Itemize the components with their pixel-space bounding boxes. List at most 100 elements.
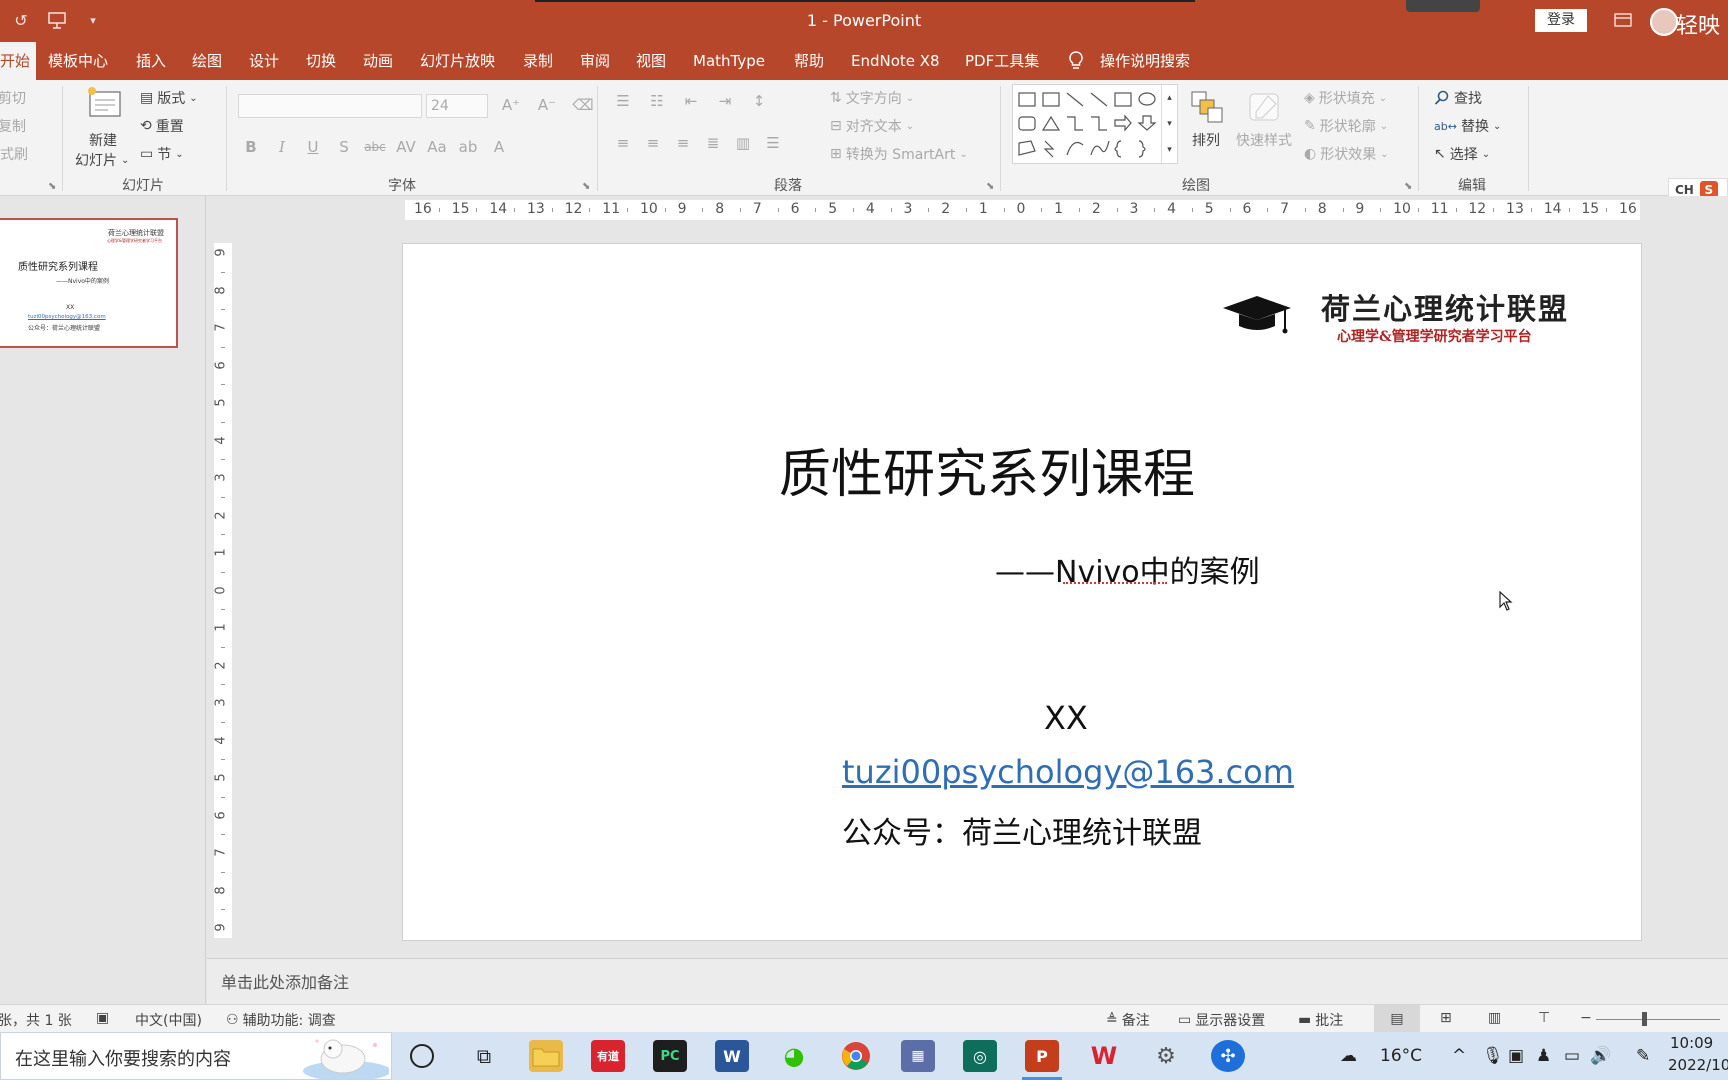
task-view-icon[interactable]: ⧉: [467, 1040, 501, 1072]
language-indicator[interactable]: 中文(中国): [135, 1010, 202, 1030]
paragraph-launcher-icon[interactable]: ⬊: [986, 181, 994, 192]
grow-font-icon[interactable]: A⁺: [498, 94, 524, 116]
layout-button[interactable]: ▤ 版式 ⌄: [140, 88, 198, 108]
tab-record[interactable]: 录制: [523, 42, 553, 80]
volume-icon[interactable]: 🔊: [1590, 1046, 1611, 1066]
highlight-icon[interactable]: ab: [455, 136, 481, 158]
cortana-icon[interactable]: [410, 1044, 434, 1068]
increase-indent-icon[interactable]: ⇥: [712, 90, 738, 112]
strikethrough-icon[interactable]: abc: [362, 136, 388, 158]
tab-mathtype[interactable]: MathType: [693, 42, 765, 80]
word-icon[interactable]: W: [715, 1040, 749, 1072]
bold-icon[interactable]: B: [238, 136, 264, 158]
pycharm-icon[interactable]: PC: [653, 1040, 687, 1072]
justify-icon[interactable]: ≣: [700, 132, 726, 154]
ribbon-display-icon[interactable]: [1612, 9, 1634, 31]
italic-icon[interactable]: I: [269, 136, 295, 158]
numbering-icon[interactable]: ☷: [644, 90, 670, 112]
avatar[interactable]: [1650, 8, 1678, 36]
quick-styles-icon[interactable]: [1248, 90, 1282, 124]
display-settings-button[interactable]: ▭ 显示器设置: [1178, 1010, 1265, 1030]
columns-icon[interactable]: ▥: [730, 132, 756, 154]
chrome-icon[interactable]: [839, 1040, 873, 1072]
find-button[interactable]: 查找: [1434, 88, 1482, 108]
reading-view-icon[interactable]: ▥: [1488, 1010, 1501, 1026]
tab-review[interactable]: 审阅: [580, 42, 610, 80]
email-link[interactable]: tuzi00psychology@163.com: [842, 753, 1294, 791]
tab-home[interactable]: 开始: [0, 42, 37, 80]
wps-icon[interactable]: W: [1087, 1040, 1121, 1072]
tray-expand-icon[interactable]: ^: [1452, 1046, 1466, 1066]
qq-icon[interactable]: ♟: [1536, 1046, 1551, 1066]
zoom-out-icon[interactable]: −: [1580, 1010, 1592, 1026]
shapes-gallery[interactable]: ▴ ▾ ▾: [1012, 84, 1178, 164]
normal-view-icon[interactable]: ▤: [1374, 1005, 1420, 1033]
battery-icon[interactable]: ▭: [1564, 1046, 1580, 1066]
tab-animations[interactable]: 动画: [363, 42, 393, 80]
tell-me-search[interactable]: 操作说明搜索: [1100, 42, 1190, 80]
slide-subtitle[interactable]: ——Nvivo中的案例: [995, 547, 1260, 591]
shape-outline-button[interactable]: ✎ 形状轮廓 ⌄: [1304, 116, 1388, 136]
line-spacing-icon[interactable]: ↕: [746, 90, 772, 112]
shadow-icon[interactable]: S: [331, 136, 357, 158]
new-slide-icon[interactable]: [86, 86, 124, 118]
gallery-scroll[interactable]: ▴ ▾ ▾: [1161, 85, 1177, 163]
tray-app-icon[interactable]: ▣: [1508, 1046, 1524, 1066]
clear-format-icon[interactable]: ⌫: [570, 94, 596, 116]
author-name[interactable]: XX: [1044, 699, 1088, 737]
spelling-icon[interactable]: ▣: [96, 1010, 109, 1026]
align-vertical-icon[interactable]: ☰: [760, 132, 786, 154]
settings-gear-icon[interactable]: ⚙: [1149, 1040, 1183, 1072]
align-left-icon[interactable]: ≡: [610, 132, 636, 154]
new-slide-label-1[interactable]: 新建: [89, 130, 117, 150]
slideshow-view-icon[interactable]: ⊤: [1538, 1010, 1550, 1026]
pen-icon[interactable]: ✎: [1636, 1046, 1650, 1066]
slide-thumbnail[interactable]: 荷兰心理统计联盟 心理学&管理学研究者学习平台 质性研究系列课程 ——Nvivo…: [0, 218, 178, 348]
clipboard-launcher-icon[interactable]: ⬊: [48, 181, 56, 192]
zoom-slider-thumb[interactable]: [1642, 1012, 1647, 1026]
align-center-icon[interactable]: ≡: [640, 132, 666, 154]
quick-styles-button[interactable]: 快速样式: [1236, 130, 1292, 150]
weather-icon[interactable]: ☁: [1340, 1046, 1357, 1066]
tab-slideshow[interactable]: 幻灯片放映: [420, 42, 495, 80]
network-app-icon[interactable]: ✣: [1211, 1040, 1245, 1072]
taskbar-search[interactable]: 在这里输入你要搜索的内容: [0, 1032, 392, 1080]
calendar-app-icon[interactable]: ▦: [901, 1040, 935, 1072]
notes-button[interactable]: ≜ 备注: [1106, 1010, 1150, 1030]
account-text[interactable]: 公众号：荷兰心理统计联盟: [842, 808, 1202, 852]
char-spacing-icon[interactable]: AV: [393, 136, 419, 158]
wechat-icon[interactable]: ◕: [777, 1040, 811, 1072]
shape-effects-button[interactable]: ◐ 形状效果 ⌄: [1304, 144, 1389, 164]
accessibility-button[interactable]: ⚇ 辅助功能: 调查: [226, 1010, 336, 1030]
drawing-launcher-icon[interactable]: ⬊: [1404, 181, 1412, 192]
file-explorer-icon[interactable]: [529, 1040, 563, 1072]
tab-view[interactable]: 视图: [636, 42, 666, 80]
font-name-combo[interactable]: [238, 94, 422, 118]
tab-pdf-tools[interactable]: PDF工具集: [965, 42, 1039, 80]
tab-templates[interactable]: 模板中心: [48, 42, 108, 80]
zoom-slider[interactable]: [1596, 1019, 1720, 1020]
login-button[interactable]: 登录: [1535, 9, 1587, 32]
section-button[interactable]: ▭ 节 ⌄: [140, 144, 184, 164]
underline-icon[interactable]: U: [300, 136, 326, 158]
tab-draw[interactable]: 绘图: [192, 42, 222, 80]
new-slide-button[interactable]: 幻灯片 ⌄: [75, 150, 129, 170]
notes-pane[interactable]: 单击此处添加备注: [207, 958, 1728, 1004]
reset-button[interactable]: ⟲ 重置: [140, 116, 184, 136]
decrease-indent-icon[interactable]: ⇤: [678, 90, 704, 112]
change-case-icon[interactable]: Aa: [424, 136, 450, 158]
tab-help[interactable]: 帮助: [794, 42, 824, 80]
tab-endnote[interactable]: EndNote X8: [851, 42, 940, 80]
align-text-button[interactable]: ⊟ 对齐文本 ⌄: [830, 116, 914, 136]
powerpoint-icon[interactable]: P: [1025, 1040, 1059, 1072]
slide-title[interactable]: 质性研究系列课程: [779, 432, 1195, 507]
shrink-font-icon[interactable]: A⁻: [534, 94, 560, 116]
slide[interactable]: 荷兰心理统计联盟 心理学&管理学研究者学习平台 质性研究系列课程 ——Nvivo…: [402, 243, 1642, 941]
select-button[interactable]: ↖ 选择 ⌄: [1434, 144, 1490, 164]
shape-fill-button[interactable]: ◈ 形状填充 ⌄: [1304, 88, 1387, 108]
align-right-icon[interactable]: ≡: [670, 132, 696, 154]
arrange-icon[interactable]: [1190, 90, 1224, 124]
microphone-icon[interactable]: 🎙: [1482, 1046, 1504, 1066]
smartart-button[interactable]: ⊞ 转换为 SmartArt ⌄: [830, 144, 968, 164]
font-size-combo[interactable]: 24: [426, 94, 488, 118]
